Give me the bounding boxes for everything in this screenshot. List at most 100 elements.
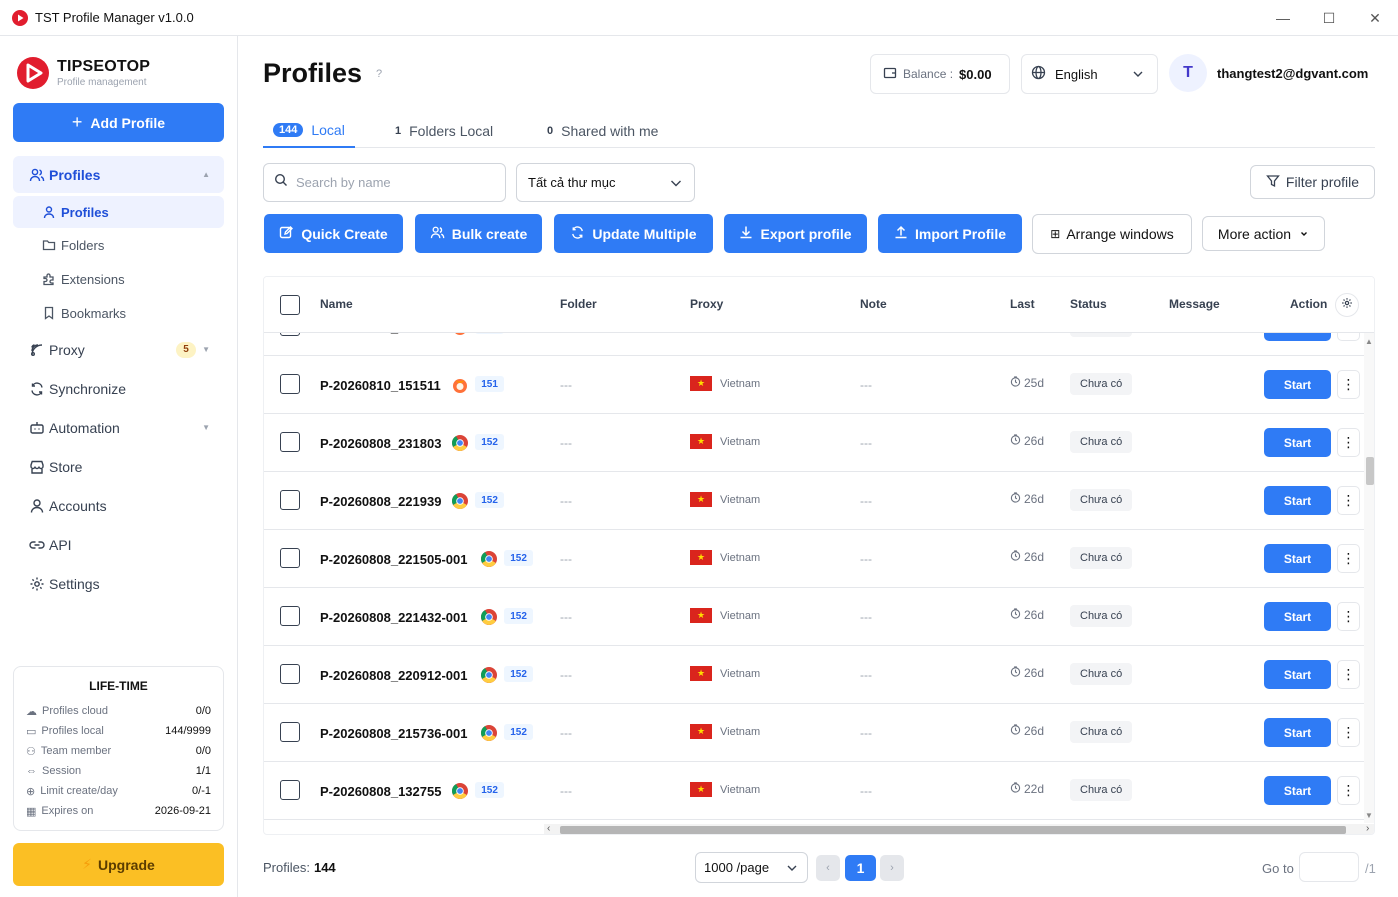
row-menu-button[interactable]: ⋮ (1337, 486, 1360, 515)
page-size-select[interactable]: 1000 /page (695, 852, 808, 883)
filter-profile-button[interactable]: Filter profile (1250, 165, 1375, 199)
help-icon[interactable]: ? (376, 68, 382, 80)
search-input[interactable] (296, 175, 496, 190)
column-header-last[interactable]: Last (1010, 297, 1035, 311)
sidebar-item-settings[interactable]: Settings (13, 564, 224, 603)
start-button[interactable]: Start (1264, 776, 1331, 805)
more-action-button[interactable]: More action (1202, 216, 1325, 251)
profile-name[interactable]: P-20260808_221432-001 (320, 610, 467, 625)
sidebar-item-accounts[interactable]: Accounts (13, 486, 224, 525)
sidebar-item-proxy[interactable]: Proxy 5 ▼ (13, 330, 224, 369)
sidebar-item-api[interactable]: API (13, 525, 224, 564)
start-button[interactable]: Start (1264, 428, 1331, 457)
profile-name[interactable]: P-20260808_132755 (320, 784, 441, 799)
profile-name[interactable]: P-20260808_221939 (320, 494, 441, 509)
profile-name[interactable]: P-20260808_231803 (320, 436, 441, 451)
column-header-proxy[interactable]: Proxy (690, 297, 723, 311)
profile-name[interactable]: P-20260808_221505-001 (320, 552, 467, 567)
quick-create-button[interactable]: Quick Create (264, 214, 403, 253)
column-header-note[interactable]: Note (860, 297, 887, 311)
start-button[interactable]: Start (1264, 544, 1331, 573)
row-menu-button[interactable]: ⋮ (1337, 544, 1360, 573)
table-row[interactable]: P-20260808_231803 152 --- ★ Vietnam --- 26d Chư… (264, 414, 1364, 472)
sidebar-item-profiles[interactable]: Profiles ▲ (13, 156, 224, 193)
row-checkbox[interactable] (280, 374, 300, 394)
update-multiple-button[interactable]: Update Multiple (554, 214, 713, 253)
row-checkbox[interactable] (280, 780, 300, 800)
upgrade-button[interactable]: ⚡ Upgrade (13, 843, 224, 886)
row-menu-button[interactable]: ⋮ (1337, 370, 1360, 399)
prev-page-button[interactable]: ‹ (816, 855, 840, 881)
table-row[interactable]: P-20260808_221432-001 152 --- ★ Vietnam --- 26… (264, 588, 1364, 646)
row-checkbox[interactable] (280, 490, 300, 510)
scroll-up-icon[interactable]: ▲ (1365, 337, 1373, 346)
row-checkbox[interactable] (280, 548, 300, 568)
sidebar-subitem-folders[interactable]: Folders (13, 228, 224, 262)
profile-name[interactable]: P-20260810_151511 (320, 378, 441, 393)
column-header-status[interactable]: Status (1070, 297, 1107, 311)
select-all-checkbox[interactable] (280, 295, 300, 315)
row-checkbox[interactable] (280, 664, 300, 684)
language-select[interactable]: English (1021, 54, 1158, 94)
table-row[interactable]: P-20260810_151511 151 --- ★ Vietnam --- 25d Chư… (264, 356, 1364, 414)
profile-name[interactable]: P-20260810_151533 (320, 333, 441, 335)
table-row[interactable]: P-20260808_221939 152 --- ★ Vietnam --- 26d Chư… (264, 472, 1364, 530)
user-email[interactable]: thangtest2@dgvant.com (1217, 66, 1368, 81)
import-profile-button[interactable]: Import Profile (878, 214, 1022, 253)
start-button[interactable]: Start (1264, 602, 1331, 631)
scroll-right-icon[interactable]: › (1366, 823, 1369, 834)
folder-select[interactable]: Tất cả thư mục (516, 163, 695, 202)
column-header-name[interactable]: Name (320, 297, 353, 311)
goto-page-input[interactable] (1299, 852, 1359, 882)
row-menu-button[interactable]: ⋮ (1337, 602, 1360, 631)
vertical-scrollbar[interactable]: ▲ ▼ (1364, 333, 1374, 823)
start-button[interactable]: Start (1264, 660, 1331, 689)
start-button[interactable]: Start (1264, 333, 1331, 341)
avatar[interactable]: T (1169, 54, 1207, 92)
table-row[interactable]: P-20260808_220912-001 152 --- ★ Vietnam --- 26… (264, 646, 1364, 704)
scroll-left-icon[interactable]: ‹ (547, 823, 550, 834)
row-menu-button[interactable]: ⋮ (1337, 428, 1360, 457)
scroll-down-icon[interactable]: ▼ (1365, 811, 1373, 820)
column-header-action[interactable]: Action (1290, 297, 1327, 311)
balance-box[interactable]: Balance : $0.00 (870, 54, 1010, 94)
row-menu-button[interactable]: ⋮ (1337, 776, 1360, 805)
column-header-message[interactable]: Message (1169, 297, 1220, 311)
row-checkbox[interactable] (280, 722, 300, 742)
sidebar-item-store[interactable]: Store (13, 447, 224, 486)
tab-folders-local[interactable]: 1 Folders Local (395, 114, 493, 148)
page-button-current[interactable]: 1 (845, 855, 876, 881)
arrange-windows-button[interactable]: ⊞ Arrange windows (1032, 214, 1192, 254)
row-menu-button[interactable]: ⋮ (1337, 718, 1360, 747)
sidebar-subitem-profiles[interactable]: Profiles (13, 196, 224, 228)
tab-local[interactable]: 144 Local (263, 114, 355, 148)
start-button[interactable]: Start (1264, 370, 1331, 399)
next-page-button[interactable]: › (880, 855, 904, 881)
row-checkbox[interactable] (280, 606, 300, 626)
column-settings-button[interactable] (1335, 293, 1359, 317)
minimize-button[interactable]: — (1260, 0, 1306, 36)
add-profile-button[interactable]: + Add Profile (13, 103, 224, 142)
start-button[interactable]: Start (1264, 486, 1331, 515)
column-header-folder[interactable]: Folder (560, 297, 597, 311)
horizontal-scroll-thumb[interactable] (560, 826, 1346, 834)
profile-name[interactable]: P-20260808_220912-001 (320, 668, 467, 683)
sidebar-subitem-bookmarks[interactable]: Bookmarks (13, 296, 224, 330)
horizontal-scrollbar[interactable]: ‹ › (544, 823, 1374, 834)
row-menu-button[interactable]: ⋮ (1337, 333, 1360, 341)
profile-name[interactable]: P-20260808_215736-001 (320, 726, 467, 741)
table-row[interactable]: P-20260808_221505-001 152 --- ★ Vietnam --- 26… (264, 530, 1364, 588)
bulk-create-button[interactable]: Bulk create (415, 214, 542, 253)
start-button[interactable]: Start (1264, 718, 1331, 747)
table-row[interactable]: P-20260808_132755 152 --- ★ Vietnam --- 22d Chư… (264, 762, 1364, 820)
row-checkbox[interactable] (280, 432, 300, 452)
vertical-scroll-thumb[interactable] (1366, 457, 1374, 485)
sidebar-subitem-extensions[interactable]: Extensions (13, 262, 224, 296)
sidebar-item-automation[interactable]: Automation ▼ (13, 408, 224, 447)
maximize-button[interactable]: ☐ (1306, 0, 1352, 36)
row-checkbox[interactable] (280, 333, 300, 336)
export-profile-button[interactable]: Export profile (724, 214, 867, 253)
table-row[interactable]: P-20260808_215736-001 152 --- ★ Vietnam --- 26… (264, 704, 1364, 762)
sidebar-item-synchronize[interactable]: Synchronize (13, 369, 224, 408)
table-row[interactable]: P-20260810_151533151---★Vietnam---25dChư… (264, 333, 1364, 356)
